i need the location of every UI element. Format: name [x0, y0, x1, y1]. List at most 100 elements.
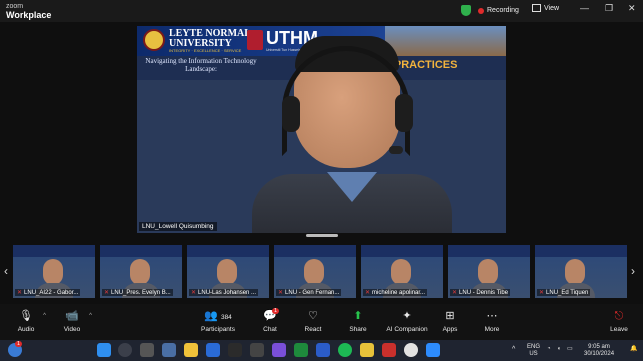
word-icon[interactable]: [316, 343, 330, 357]
participant-tile[interactable]: ✕ LNU - Gen Fernan...: [274, 245, 356, 298]
ai-companion-button[interactable]: ✦ AI Companion: [380, 309, 434, 333]
slide-title-left: Navigating the Information Technology La…: [145, 57, 257, 73]
search-icon[interactable]: [118, 343, 132, 357]
mic-muted-icon: ✕: [278, 290, 284, 296]
grid-view-icon: [532, 4, 541, 12]
more-button[interactable]: ⋯ More: [470, 309, 514, 333]
app-icon[interactable]: [360, 343, 374, 357]
start-icon[interactable]: [97, 343, 111, 357]
resize-handle[interactable]: [306, 234, 338, 237]
share-arrow-icon: ⬆: [353, 310, 363, 322]
chevron-up-icon[interactable]: ^: [89, 313, 92, 319]
chat-badge: 1: [272, 308, 280, 314]
participant-strip: ✕ LNU_AI22 - Gabor... ✕ LNU_Pres. Evelyn B…: [0, 245, 643, 298]
participant-name: LNU_AI22 - Gabor...: [24, 290, 79, 296]
leave-icon: ⎋: [614, 310, 624, 322]
leave-button[interactable]: ⎋ Leave: [597, 309, 641, 333]
participant-face: [43, 259, 63, 285]
participant-tile[interactable]: ✕ LNU_Ed Tiquen: [535, 245, 627, 298]
restore-button[interactable]: ❐: [605, 3, 613, 14]
app-icon[interactable]: [162, 343, 176, 357]
share-button[interactable]: ⬆ Share: [336, 309, 380, 333]
participant-name: micheline apolinar...: [372, 290, 426, 296]
wifi-icon[interactable]: ◔: [547, 346, 551, 353]
region-code: US: [529, 351, 538, 357]
terminal-icon[interactable]: [228, 343, 242, 357]
participant-tile[interactable]: ✕ LNU-Las Johansen ...: [187, 245, 269, 298]
participant-name: LNU - Dennis Tibe: [459, 290, 509, 296]
mic-muted-icon: ✕: [191, 290, 197, 296]
close-button[interactable]: ✕: [628, 3, 636, 14]
apps-button[interactable]: ⊞ Apps: [428, 309, 472, 333]
task-view-icon[interactable]: [140, 343, 154, 357]
language-indicator[interactable]: ENG US: [527, 344, 540, 358]
lang-code: ENG: [527, 344, 541, 350]
notification-badge: 1: [15, 341, 23, 347]
more-dots-icon: ⋯: [486, 310, 498, 322]
file-explorer-icon[interactable]: [184, 343, 198, 357]
mic-muted-icon: ✕: [365, 290, 371, 296]
zoom-app-icon[interactable]: [426, 343, 440, 357]
sparkle-icon: ✦: [402, 310, 412, 322]
chrome-icon[interactable]: [404, 343, 418, 357]
title-bar: zoom Workplace Recording View — ❐ ✕: [0, 0, 643, 22]
participants-count: 384: [220, 314, 232, 321]
participant-tile[interactable]: ✕ micheline apolinar...: [361, 245, 443, 298]
participant-tile[interactable]: ✕ LNU - Dennis Tibe: [448, 245, 530, 298]
excel-icon[interactable]: [294, 343, 308, 357]
participants-button[interactable]: 👥 384 Participants: [192, 309, 244, 333]
recording-label: Recording: [487, 7, 519, 14]
participants-label: Participants: [201, 326, 235, 333]
leave-label: Leave: [610, 326, 628, 333]
spotify-icon[interactable]: [338, 343, 352, 357]
active-speaker-video[interactable]: LEYTE NORMAL UNIVERSITY INTEGRITY · EXCE…: [137, 26, 506, 233]
recording-indicator[interactable]: Recording: [478, 4, 519, 17]
mic-muted-icon: ✕: [539, 290, 545, 296]
app-icon[interactable]: [250, 343, 264, 357]
powerpoint-icon[interactable]: [382, 343, 396, 357]
video-button[interactable]: 📹 Video ^: [50, 309, 94, 333]
video-camera-icon: 📹: [65, 310, 79, 322]
windows-taskbar: 1 ^ ENG US ◔ ◖ ▭ 9:05 am 30/10/2024 🔔: [0, 340, 643, 361]
video-label: Video: [63, 326, 81, 333]
chevron-up-icon[interactable]: ^: [43, 313, 46, 319]
participant-face: [391, 259, 411, 285]
clock[interactable]: 9:05 am 30/10/2024: [584, 344, 614, 358]
campus-building-image: [385, 26, 506, 56]
mic-muted-icon: ✕: [104, 290, 110, 296]
lnu-tagline: INTEGRITY · EXCELLENCE · SERVICE: [169, 48, 242, 53]
mic-muted-icon: ✕: [17, 290, 23, 296]
mic-muted-icon: ✕: [452, 290, 458, 296]
participant-face: [217, 259, 237, 285]
minimize-button[interactable]: —: [580, 3, 589, 13]
share-label: Share: [349, 326, 367, 333]
participant-tile[interactable]: ✕ LNU_AI22 - Gabor...: [13, 245, 95, 298]
speaker-name-label: LNU_Lowell Quisumbing: [139, 222, 217, 231]
chat-button[interactable]: 💬 1 Chat: [248, 308, 292, 333]
participant-name: LNU - Gen Fernan...: [285, 290, 340, 296]
participant-face: [565, 259, 585, 285]
volume-icon[interactable]: ◖: [557, 346, 561, 353]
tray-overflow-icon[interactable]: ^: [512, 346, 515, 353]
chat-label: Chat: [263, 326, 277, 333]
mic-muted-icon: 🎙: [19, 310, 33, 322]
lnu-seal-logo: [143, 29, 165, 51]
audio-button[interactable]: 🎙 Audio ^: [4, 309, 48, 333]
participant-name: LNU_Ed Tiquen: [546, 290, 589, 296]
meeting-toolbar: 🎙 Audio ^ 📹 Video ^ 👥 384 Participants 💬…: [0, 304, 643, 340]
heart-icon: ♡: [308, 310, 318, 322]
battery-icon[interactable]: ▭: [567, 346, 573, 353]
clock-time: 9:05 am: [588, 344, 610, 350]
participant-name: LNU-Las Johansen ...: [198, 290, 257, 296]
notification-bell-icon[interactable]: 🔔: [630, 346, 637, 353]
record-dot-icon: [478, 7, 484, 14]
security-shield-icon[interactable]: [461, 5, 471, 16]
headset-right-earcup: [395, 94, 413, 132]
uthm-logo: [247, 30, 263, 50]
zoom-workplace-logo: zoom Workplace: [6, 2, 51, 20]
participant-tile[interactable]: ✕ LNU_Pres. Evelyn B...: [100, 245, 182, 298]
react-button[interactable]: ♡ React: [291, 309, 335, 333]
view-button[interactable]: View: [532, 4, 559, 12]
messenger-icon[interactable]: [272, 343, 286, 357]
app-icon[interactable]: [206, 343, 220, 357]
